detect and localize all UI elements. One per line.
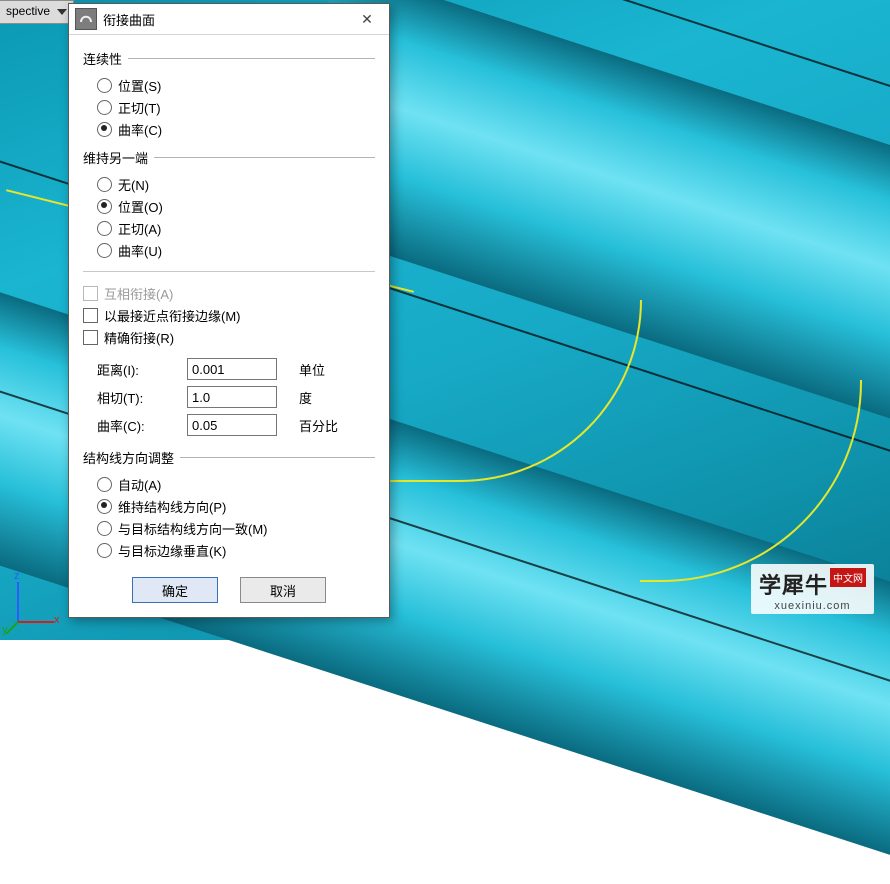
close-icon[interactable]: ✕	[345, 4, 389, 34]
check-closest-edge[interactable]: 以最接近点衔接边缘(M)	[83, 304, 375, 326]
watermark-url: xuexiniu.com	[759, 600, 866, 612]
axis-x-label: x	[54, 614, 60, 626]
unit-curvature: 百分比	[299, 416, 359, 435]
label-curvature: 曲率(C):	[97, 416, 167, 435]
radio-otherend-curvature[interactable]: 曲率(U)	[97, 239, 375, 261]
group-legend: 结构线方向调整	[83, 448, 174, 467]
watermark-text: 学犀牛	[759, 573, 828, 598]
radio-iso-match-target[interactable]: 与目标结构线方向一致(M)	[97, 517, 375, 539]
group-iso-direction: 结构线方向调整 自动(A) 维持结构线方向(P) 与目标结构线方向一致(M) 与…	[83, 448, 375, 563]
radio-continuity-position[interactable]: 位置(S)	[97, 74, 375, 96]
check-precise[interactable]: 精确衔接(R)	[83, 326, 375, 348]
axis-z-label: z	[14, 570, 20, 582]
curve-highlight	[640, 380, 862, 582]
cancel-button[interactable]: 取消	[240, 577, 326, 603]
viewport-tab-label: spective	[6, 4, 50, 18]
radio-otherend-none[interactable]: 无(N)	[97, 173, 375, 195]
axis-gizmo: z x y	[6, 574, 66, 634]
group-legend: 连续性	[83, 49, 122, 68]
group-other-end: 维持另一端 无(N) 位置(O) 正切(A) 曲率(U)	[83, 148, 375, 263]
radio-iso-auto[interactable]: 自动(A)	[97, 473, 375, 495]
radio-iso-perp-target[interactable]: 与目标边缘垂直(K)	[97, 539, 375, 561]
watermark-tag: 中文网	[830, 568, 866, 587]
curve-highlight	[380, 300, 642, 482]
match-surface-dialog: 衔接曲面 ✕ 连续性 位置(S) 正切(T) 曲率(C) 维持另一端 无(N) …	[68, 3, 390, 618]
label-tangent: 相切(T):	[97, 388, 167, 407]
radio-otherend-position[interactable]: 位置(O)	[97, 195, 375, 217]
dialog-title: 衔接曲面	[103, 10, 345, 29]
label-distance: 距离(I):	[97, 360, 167, 379]
input-tangent[interactable]	[187, 386, 277, 408]
watermark: 学犀牛中文网 xuexiniu.com	[751, 564, 874, 614]
input-curvature[interactable]	[187, 414, 277, 436]
radio-continuity-curvature[interactable]: 曲率(C)	[97, 118, 375, 140]
chevron-down-icon	[57, 9, 67, 15]
radio-otherend-tangent[interactable]: 正切(A)	[97, 217, 375, 239]
axis-y-label: y	[2, 624, 8, 636]
ok-button[interactable]: 确定	[132, 577, 218, 603]
viewport-tab[interactable]: spective	[0, 0, 74, 24]
unit-distance: 单位	[299, 360, 359, 379]
radio-iso-preserve[interactable]: 维持结构线方向(P)	[97, 495, 375, 517]
radio-continuity-tangent[interactable]: 正切(T)	[97, 96, 375, 118]
dialog-titlebar[interactable]: 衔接曲面 ✕	[69, 4, 389, 35]
group-legend: 维持另一端	[83, 148, 148, 167]
check-mutual: 互相衔接(A)	[83, 282, 375, 304]
app-icon	[75, 8, 97, 30]
group-continuity: 连续性 位置(S) 正切(T) 曲率(C)	[83, 49, 375, 142]
input-distance[interactable]	[187, 358, 277, 380]
unit-tangent: 度	[299, 388, 359, 407]
